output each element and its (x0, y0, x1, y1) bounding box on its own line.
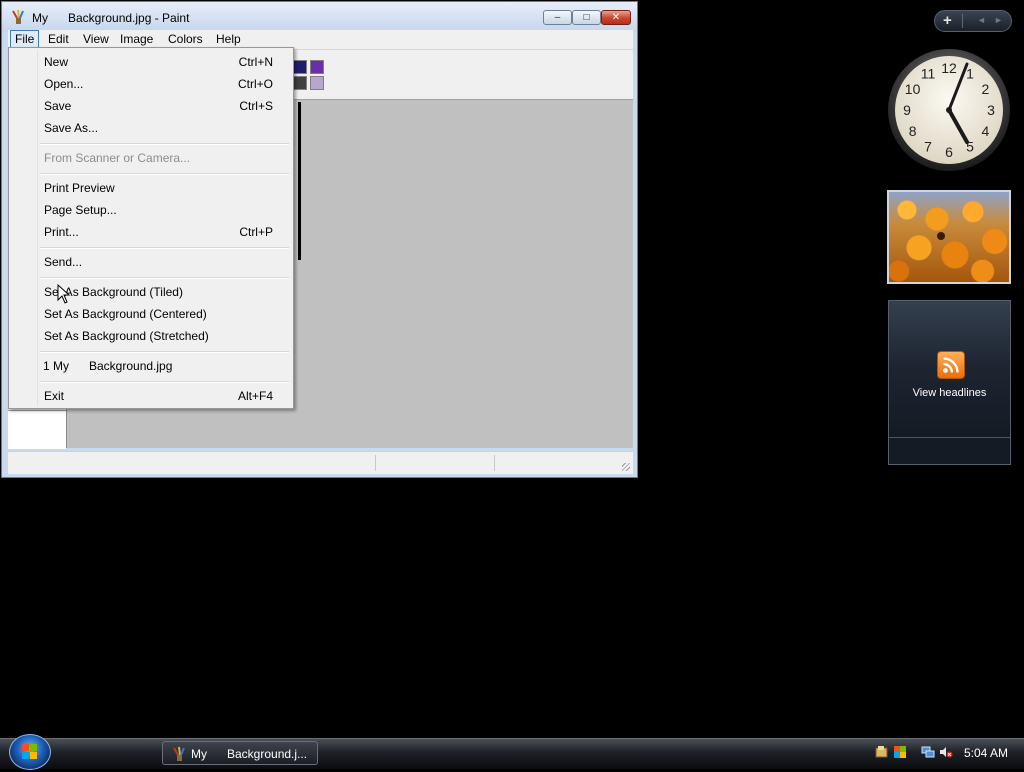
menu-view[interactable]: View (79, 30, 113, 48)
flower-center (937, 232, 945, 240)
menu-item-exit[interactable]: Exit Alt+F4 (11, 385, 291, 407)
color-swatch[interactable] (310, 60, 324, 74)
menu-item-save-as[interactable]: Save As... (11, 117, 291, 139)
clock-numeral: 12 (941, 60, 957, 76)
clock-numeral: 6 (945, 144, 953, 160)
clock-numeral: 8 (909, 123, 917, 139)
menu-item-from-scanner: From Scanner or Camera... (11, 147, 291, 169)
menu-item-label: New (44, 55, 69, 69)
menu-edit[interactable]: Edit (44, 30, 73, 48)
add-gadget-icon[interactable]: + (943, 12, 952, 29)
menu-item-background-centered[interactable]: Set As Background (Centered) (11, 303, 291, 325)
color-swatch[interactable] (293, 60, 307, 74)
start-button[interactable] (9, 734, 51, 770)
menu-separator (40, 277, 289, 279)
system-clock[interactable]: 5:04 AM (964, 746, 1008, 760)
menu-item-shortcut: Ctrl+P (239, 225, 273, 239)
paint-app-icon (173, 746, 185, 761)
view-headlines-link[interactable]: View headlines (889, 387, 1010, 399)
status-divider (375, 455, 376, 471)
color-swatch[interactable] (293, 76, 307, 90)
clock-numeral: 2 (982, 81, 990, 97)
menu-item-label: From Scanner or Camera... (44, 151, 191, 165)
menu-item-label: Open... (44, 77, 84, 91)
menu-separator (40, 247, 289, 249)
menu-item-label: Print Preview (44, 181, 115, 195)
menu-separator (40, 143, 289, 145)
clock-gadget[interactable]: 12 1234567891011 (887, 48, 1011, 172)
menu-item-label: Save (44, 99, 72, 113)
menu-item-label: 1 My Background.jpg (43, 359, 173, 373)
menu-item-label: Set As Background (Stretched) (44, 329, 209, 343)
menu-file[interactable]: File (10, 30, 40, 48)
menu-item-label: Exit (44, 389, 65, 403)
clock-numeral: 9 (903, 102, 911, 118)
menu-item-shortcut: Ctrl+S (239, 99, 273, 113)
minimize-button[interactable]: – (543, 10, 572, 25)
menu-image[interactable]: Image (116, 30, 157, 48)
window-title: My Background.jpg - Paint (32, 11, 190, 25)
slideshow-gadget[interactable] (887, 190, 1011, 284)
menu-item-shortcut: Ctrl+N (238, 55, 273, 69)
sidebar-divider (962, 14, 963, 28)
status-bar (8, 451, 633, 474)
sidebar-controls: + ◄ ► (934, 10, 1012, 32)
volume-muted-icon[interactable] (939, 745, 953, 759)
menu-item-save[interactable]: Save Ctrl+S (11, 95, 291, 117)
file-menu-dropdown: New Ctrl+N Open... Ctrl+O Save Ctrl+S Sa… (8, 47, 294, 409)
menu-item-print[interactable]: Print... Ctrl+P (11, 221, 291, 243)
paint-app-icon (12, 9, 24, 24)
mouse-pointer-icon (57, 284, 71, 304)
maximize-button[interactable]: □ (572, 10, 601, 25)
feed-footer (889, 437, 1010, 464)
status-divider (494, 455, 495, 471)
rss-feed-icon (937, 351, 965, 379)
windows-logo-icon (22, 744, 37, 759)
network-icon[interactable] (921, 745, 935, 759)
title-bar[interactable]: My Background.jpg - Paint – □ ✕ (2, 2, 637, 32)
image-canvas-edge[interactable] (298, 102, 301, 260)
clock-numeral: 10 (905, 81, 921, 97)
color-swatch[interactable] (310, 76, 324, 90)
taskbar (0, 738, 1024, 769)
menu-item-label: Save As... (44, 121, 99, 135)
clock-numeral: 1 (966, 66, 974, 82)
menu-item-send[interactable]: Send... (11, 251, 291, 273)
menu-item-label: Send... (44, 255, 83, 269)
menu-separator (40, 351, 289, 353)
windows-update-icon[interactable] (875, 745, 889, 759)
menu-item-label: Set As Background (Centered) (44, 307, 207, 321)
menu-separator (40, 173, 289, 175)
feed-headlines-gadget[interactable]: View headlines (888, 300, 1011, 465)
menu-item-new[interactable]: New Ctrl+N (11, 51, 291, 73)
tool-options[interactable] (8, 410, 66, 449)
close-button[interactable]: ✕ (601, 10, 631, 25)
menu-item-shortcut: Ctrl+O (237, 77, 273, 91)
menu-item-label: Page Setup... (44, 203, 117, 217)
menu-item-print-preview[interactable]: Print Preview (11, 177, 291, 199)
menu-item-shortcut: Alt+F4 (237, 389, 273, 403)
resize-grip[interactable] (622, 463, 630, 471)
clock-numeral: 3 (987, 102, 995, 118)
taskbar-paint-button[interactable]: My Background.j... (162, 741, 318, 765)
menu-help[interactable]: Help (212, 30, 245, 48)
clock-numeral: 11 (921, 66, 936, 82)
menu-item-page-setup[interactable]: Page Setup... (11, 199, 291, 221)
security-center-icon[interactable] (893, 745, 907, 759)
menu-colors[interactable]: Colors (164, 30, 207, 48)
clock-numeral: 4 (982, 123, 990, 139)
menu-item-label: Print... (44, 225, 79, 239)
menu-item-open[interactable]: Open... Ctrl+O (11, 73, 291, 95)
menu-item-background-stretched[interactable]: Set As Background (Stretched) (11, 325, 291, 347)
next-page-icon[interactable]: ► (994, 15, 1003, 25)
menu-item-recent-file[interactable]: 1 My Background.jpg (11, 355, 291, 377)
previous-page-icon[interactable]: ◄ (977, 15, 986, 25)
menu-item-background-tiled[interactable]: Set As Background (Tiled) (11, 281, 291, 303)
menu-separator (40, 381, 289, 383)
taskbar-button-label: My Background.j... (191, 747, 308, 761)
clock-numeral: 7 (924, 138, 932, 154)
